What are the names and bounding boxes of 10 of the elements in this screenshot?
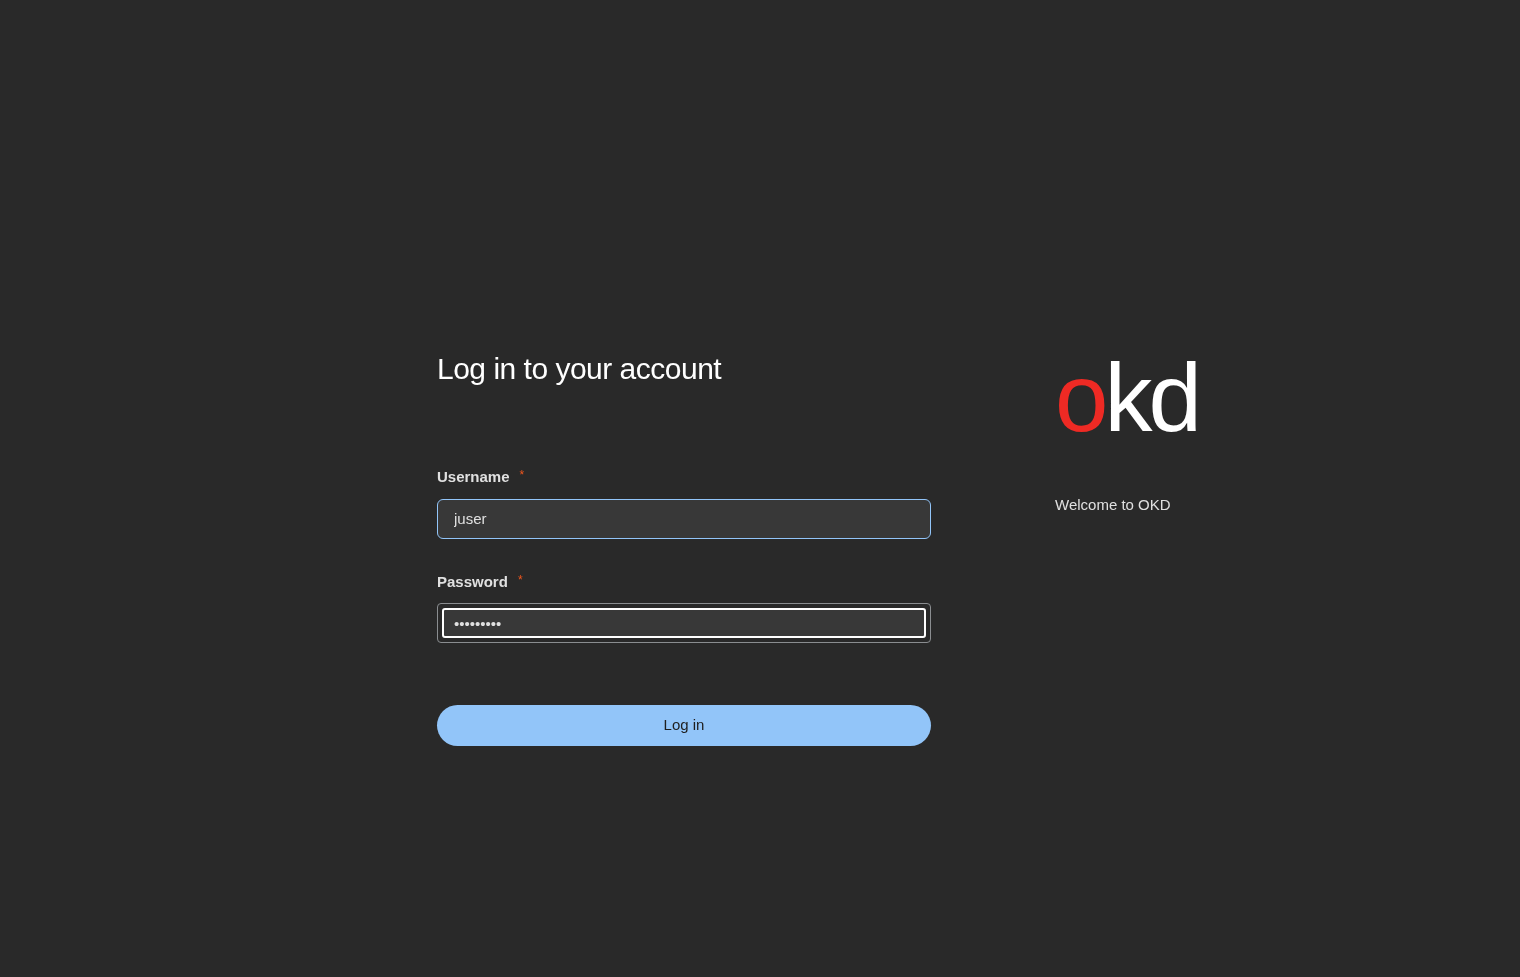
required-asterisk: * [519,467,525,485]
input-field[interactable]: ••••••••• [437,603,931,643]
field-label: Username [437,467,510,487]
okd-logo: okd [1055,350,1198,446]
input-field[interactable]: juser [437,498,931,539]
welcome-text: Welcome to OKD [1055,495,1172,515]
login-button[interactable]: Log in [437,705,931,746]
field-label: Password [437,571,508,592]
page-title: Log in to your account [437,351,723,387]
required-asterisk: * [517,571,523,589]
